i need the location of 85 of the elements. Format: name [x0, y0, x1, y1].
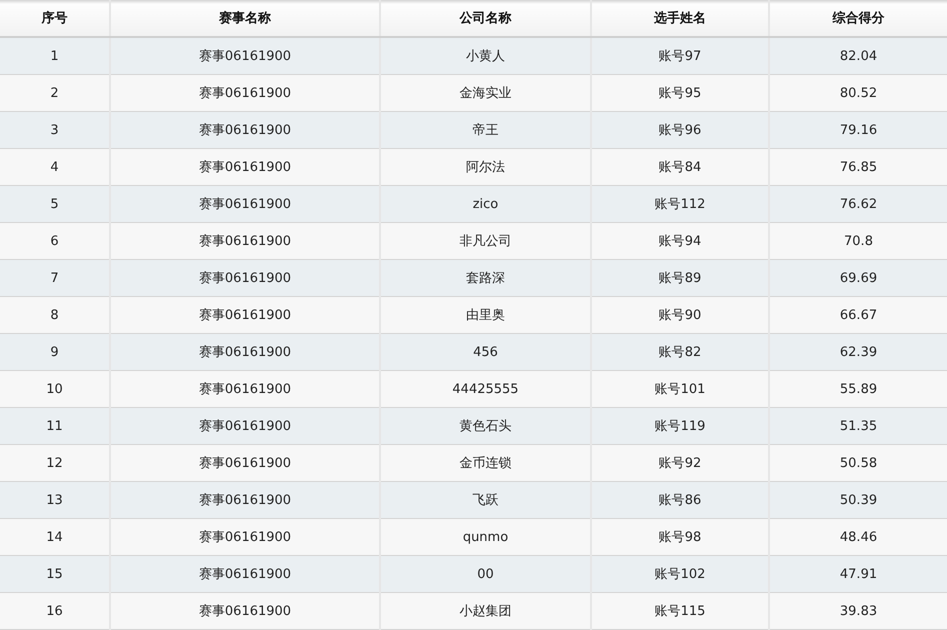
table-cell: 赛事06161900 [110, 148, 380, 186]
table-cell: 账号112 [591, 186, 769, 222]
table-cell: 44425555 [380, 370, 591, 408]
table-cell: 82.04 [769, 37, 947, 74]
table-cell: 456 [380, 334, 591, 370]
table-cell: 赛事06161900 [110, 408, 380, 444]
table-cell: 76.62 [769, 186, 947, 222]
table-cell: 飞跃 [380, 482, 591, 518]
table-cell: 赛事06161900 [110, 556, 380, 592]
table-cell: 55.89 [769, 370, 947, 408]
table-cell: 6 [0, 222, 110, 260]
table-cell: 金币连锁 [380, 444, 591, 482]
table-cell: 赛事06161900 [110, 112, 380, 148]
column-header: 序号 [0, 0, 110, 37]
table-cell: 账号94 [591, 222, 769, 260]
table-cell: 8 [0, 296, 110, 334]
table-cell: 66.67 [769, 296, 947, 334]
table-cell: 70.8 [769, 222, 947, 260]
column-header: 选手姓名 [591, 0, 769, 37]
table-cell: qunmo [380, 518, 591, 556]
table-cell: 16 [0, 592, 110, 630]
table-cell: 2 [0, 74, 110, 112]
table-cell: 账号86 [591, 482, 769, 518]
table-cell: 赛事06161900 [110, 334, 380, 370]
table-cell: 账号84 [591, 148, 769, 186]
table-cell: 11 [0, 408, 110, 444]
table-cell: 76.85 [769, 148, 947, 186]
table-cell: 小黄人 [380, 37, 591, 74]
table-cell: 账号89 [591, 260, 769, 296]
table-cell: 账号97 [591, 37, 769, 74]
table-cell: 黄色石头 [380, 408, 591, 444]
table-cell: 账号82 [591, 334, 769, 370]
table-cell: 账号96 [591, 112, 769, 148]
table-cell: 账号92 [591, 444, 769, 482]
table-cell: 非凡公司 [380, 222, 591, 260]
table-cell: 14 [0, 518, 110, 556]
table-cell: 帝王 [380, 112, 591, 148]
column-header: 综合得分 [769, 0, 947, 37]
table-cell: 赛事06161900 [110, 518, 380, 556]
table-cell: 赛事06161900 [110, 260, 380, 296]
table-cell: 小赵集团 [380, 592, 591, 630]
table-cell: 赛事06161900 [110, 592, 380, 630]
table-cell: 9 [0, 334, 110, 370]
table-cell: 10 [0, 370, 110, 408]
table-cell: 48.46 [769, 518, 947, 556]
table-cell: 13 [0, 482, 110, 518]
column-header: 赛事名称 [110, 0, 380, 37]
table-cell: 79.16 [769, 112, 947, 148]
table-cell: 账号98 [591, 518, 769, 556]
table-cell: 39.83 [769, 592, 947, 630]
table-cell: 赛事06161900 [110, 222, 380, 260]
table-cell: 金海实业 [380, 74, 591, 112]
table-cell: 80.52 [769, 74, 947, 112]
table-cell: 账号95 [591, 74, 769, 112]
table-cell: 5 [0, 186, 110, 222]
table-cell: 赛事06161900 [110, 482, 380, 518]
table-cell: 阿尔法 [380, 148, 591, 186]
table-cell: 赛事06161900 [110, 444, 380, 482]
table-cell: 51.35 [769, 408, 947, 444]
table-cell: 47.91 [769, 556, 947, 592]
table-cell: 账号119 [591, 408, 769, 444]
table-cell: 赛事06161900 [110, 370, 380, 408]
table-cell: 50.58 [769, 444, 947, 482]
table-cell: 套路深 [380, 260, 591, 296]
table-cell: 15 [0, 556, 110, 592]
column-header: 公司名称 [380, 0, 591, 37]
table-cell: 00 [380, 556, 591, 592]
table-cell: 12 [0, 444, 110, 482]
table-cell: 赛事06161900 [110, 296, 380, 334]
table-cell: 62.39 [769, 334, 947, 370]
table-cell: 7 [0, 260, 110, 296]
table-cell: zico [380, 186, 591, 222]
table-cell: 账号101 [591, 370, 769, 408]
table-cell: 50.39 [769, 482, 947, 518]
table-cell: 3 [0, 112, 110, 148]
table-cell: 账号90 [591, 296, 769, 334]
table-cell: 69.69 [769, 260, 947, 296]
table-cell: 4 [0, 148, 110, 186]
table-cell: 赛事06161900 [110, 37, 380, 74]
table-cell: 赛事06161900 [110, 186, 380, 222]
table-cell: 账号115 [591, 592, 769, 630]
table-cell: 1 [0, 37, 110, 74]
table-cell: 赛事06161900 [110, 74, 380, 112]
table-cell: 账号102 [591, 556, 769, 592]
table-cell: 由里奥 [380, 296, 591, 334]
